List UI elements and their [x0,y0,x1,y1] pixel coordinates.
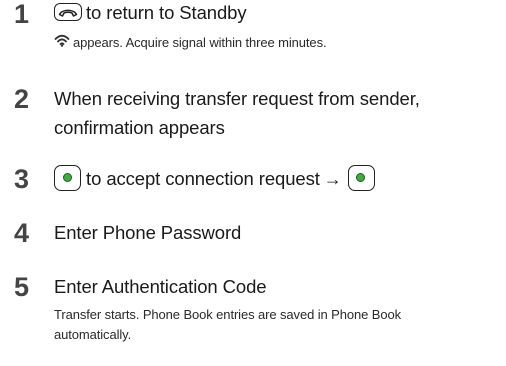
step-title: Enter Phone Password [54,222,242,243]
step-number: 1 [14,0,30,29]
arrow-right-icon: → [323,169,342,189]
step-number: 3 [14,164,30,194]
center-select-key-icon [347,165,375,192]
step-note-text: appears. Acquire signal within three min… [73,35,327,50]
infrared-signal-icon [54,33,70,53]
step-title-line: When receiving transfer request from sen… [54,88,420,109]
step-note-line: Transfer starts. Phone Book entries are … [54,307,401,322]
step-title-text: to accept connection request [86,168,320,189]
step-title: to return to Standby [54,0,498,27]
center-select-key-icon [54,165,81,192]
step-note: Transfer starts. Phone Book entries are … [54,305,496,345]
step-title: to accept connection request → [54,164,498,194]
end-call-key-icon [54,3,82,22]
step-title-text: to return to Standby [86,2,247,23]
step-title: When receiving transfer request from sen… [54,84,498,142]
step-number: 5 [14,272,30,302]
step-title-line: confirmation appears [54,117,225,138]
step-number: 4 [14,218,30,248]
step-number: 2 [14,84,30,114]
step-note-line: automatically. [54,327,132,342]
step-title: Enter Authentication Code [54,276,267,297]
step-note: appears. Acquire signal within three min… [54,33,496,54]
